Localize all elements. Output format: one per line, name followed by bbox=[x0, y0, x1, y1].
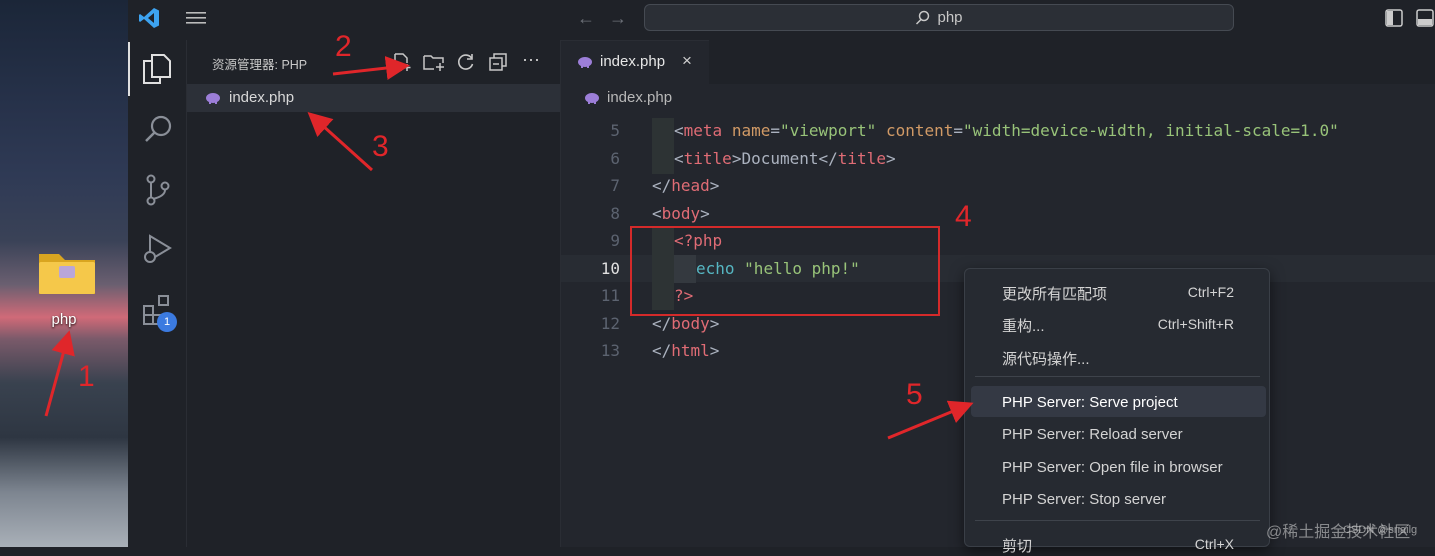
watermark-small: CSDN @snailg bbox=[1343, 524, 1418, 536]
annotation-arrow bbox=[887, 400, 974, 440]
annotation-arrows bbox=[44, 56, 974, 440]
annotation-arrow bbox=[307, 111, 374, 172]
annotation-arrow bbox=[44, 330, 75, 417]
annotation-arrow bbox=[332, 56, 410, 80]
